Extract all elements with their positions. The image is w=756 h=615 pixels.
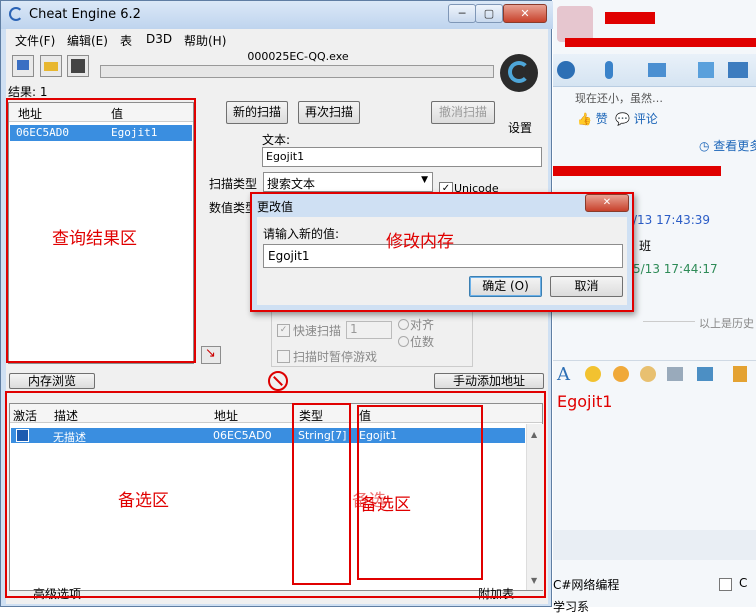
add-contact-icon[interactable] — [698, 62, 714, 78]
menu-d3d[interactable]: D3D — [146, 32, 172, 46]
screenshot-icon[interactable] — [667, 367, 683, 381]
message-text-ban: 班 — [639, 239, 652, 253]
settings-label[interactable]: 设置 — [508, 119, 532, 136]
process-name: 000025EC-QQ.exe — [247, 50, 349, 63]
shake-icon[interactable] — [640, 366, 656, 382]
new-scan-button[interactable]: 新的扫描 — [226, 101, 288, 124]
open-process-button[interactable] — [12, 55, 34, 77]
message-time-2: 5/13 17:44:17 — [633, 262, 718, 276]
candidate-annotation-left: 备选区 — [118, 491, 169, 511]
fast-scan-input[interactable]: 1 — [346, 321, 392, 339]
save-button[interactable] — [67, 55, 89, 77]
window-title: Cheat Engine 6.2 — [29, 7, 141, 22]
candidate-annotation-overlap: 备选 — [352, 491, 386, 511]
scan-type-select[interactable]: 搜索文本 ▼ — [263, 172, 433, 192]
maximize-button[interactable]: ▢ — [475, 4, 503, 23]
scan-type-label: 扫描类型 — [209, 177, 258, 191]
file-transfer-icon[interactable] — [648, 63, 666, 77]
pause-game-label: 扫描时暂停游戏 — [293, 350, 378, 364]
stop-icon[interactable] — [268, 371, 288, 391]
text-label: 文本: — [262, 133, 291, 147]
chevron-down-icon: ▼ — [421, 175, 428, 185]
results-area-annotation: 查询结果区 — [52, 229, 137, 249]
view-more-label: 查看更多 — [713, 139, 756, 153]
input-toolbar: A — [553, 360, 756, 391]
memory-view-button[interactable]: 内存浏览 — [9, 373, 95, 389]
history-divider — [643, 321, 695, 322]
undo-scan-button[interactable]: 撤消扫描 — [431, 101, 495, 124]
type-column-highlight — [292, 403, 351, 585]
comment-link[interactable]: 💬 评论 — [615, 110, 658, 127]
emoji-icon[interactable] — [585, 366, 601, 382]
fast-scan-checkbox[interactable]: ✓ — [277, 324, 290, 337]
music-icon[interactable] — [733, 366, 747, 382]
title-bar: Cheat Engine 6.2 ─ ▢ ✕ — [1, 1, 553, 29]
menu-help[interactable]: 帮助(H) — [184, 32, 226, 49]
dialog-highlight — [250, 192, 634, 312]
red-arrow-icon: ↘ — [205, 346, 216, 361]
share-screen-icon[interactable] — [728, 62, 748, 78]
next-scan-button[interactable]: 再次扫描 — [298, 101, 360, 124]
close-button[interactable]: ✕ — [503, 4, 547, 23]
message-time-1: /13 17:43:39 — [633, 213, 711, 227]
avatar[interactable] — [557, 6, 593, 42]
redacted-message-header — [553, 166, 721, 176]
align-radio[interactable] — [398, 319, 409, 330]
align-label: 对齐 — [410, 318, 435, 332]
chat-toolbar — [553, 54, 756, 87]
text-input[interactable]: Egojit1 — [262, 147, 542, 167]
history-label: 以上是历史 — [699, 317, 754, 330]
scan-type-value: 搜索文本 — [267, 177, 316, 191]
digits-radio[interactable] — [398, 336, 409, 347]
menu-file[interactable]: 文件(F) — [15, 32, 55, 49]
chat-send-area — [553, 530, 756, 560]
fast-scan-label: 快速扫描 — [293, 324, 342, 338]
comment-label: 评论 — [633, 112, 658, 126]
image-icon[interactable] — [697, 367, 713, 381]
menu-edit[interactable]: 编辑(E) — [67, 32, 108, 49]
floppy-icon — [71, 59, 85, 73]
computer-icon — [17, 60, 29, 70]
add-address-manually-button[interactable]: 手动添加地址 — [434, 373, 544, 389]
font-icon[interactable]: A — [557, 364, 570, 385]
group-link[interactable]: C#网络编程 — [553, 576, 619, 593]
bottom-checkbox[interactable] — [719, 578, 732, 591]
camera-icon[interactable] — [557, 61, 575, 79]
folder-icon — [44, 62, 58, 71]
like-label: 赞 — [595, 112, 608, 126]
view-more-link[interactable]: ◷ 查看更多 — [699, 137, 756, 154]
typed-message[interactable]: Egojit1 — [557, 392, 612, 411]
cheat-engine-settings-logo-icon[interactable] — [497, 54, 543, 94]
add-to-list-button[interactable]: ↘ — [201, 346, 221, 364]
pause-game-checkbox[interactable] — [277, 350, 290, 363]
redacted-signature — [565, 38, 756, 47]
feed-text: 现在还小，虽然… — [575, 92, 663, 105]
magic-emoji-icon[interactable] — [613, 366, 629, 382]
like-link[interactable]: 👍 赞 — [577, 110, 608, 127]
modify-memory-annotation: 修改内存 — [386, 232, 454, 252]
minimize-button[interactable]: ─ — [448, 4, 476, 23]
menu-table[interactable]: 表 — [120, 32, 132, 49]
bottom-right-label: C — [739, 576, 748, 590]
open-file-button[interactable] — [40, 55, 62, 77]
redacted-name — [605, 12, 655, 24]
microphone-icon[interactable] — [605, 61, 613, 79]
cheat-engine-logo-icon — [9, 7, 23, 21]
digits-label: 位数 — [410, 335, 435, 349]
scan-progress-bar — [100, 65, 494, 78]
